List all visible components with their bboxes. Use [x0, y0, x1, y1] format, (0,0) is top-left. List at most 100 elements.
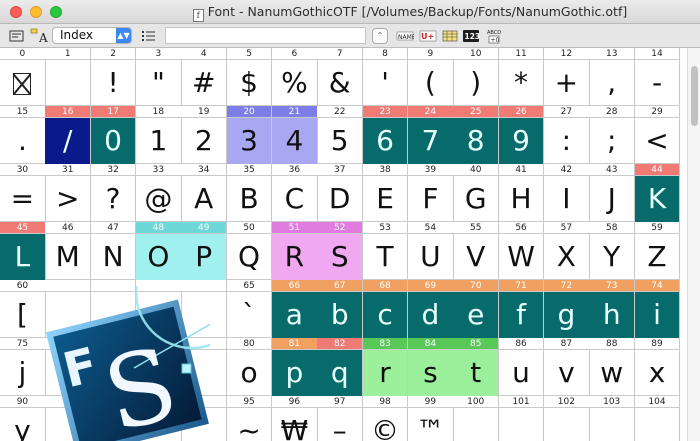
glyph-cell[interactable]: 53 T: [362, 222, 409, 280]
glyph-cell[interactable]: 25 8: [453, 106, 500, 164]
glyph-cell[interactable]: 99 ™: [407, 396, 454, 441]
glyph-cell[interactable]: 102: [543, 396, 590, 441]
glyph-cell[interactable]: 22 5: [317, 106, 364, 164]
glyph-cell[interactable]: 16/: [45, 106, 92, 164]
glyph-cell[interactable]: 49 P: [181, 222, 228, 280]
glyph-cell[interactable]: 13,: [589, 48, 636, 106]
glyph-cell[interactable]: 9(: [407, 48, 454, 106]
minimize-window-button[interactable]: [30, 6, 42, 18]
glyph-cell[interactable]: 26 9: [498, 106, 545, 164]
glyph-cell[interactable]: 14 -: [634, 48, 681, 106]
hex-view-button[interactable]: ABCD +0: [485, 28, 503, 44]
glyph-cell[interactable]: 54 U: [407, 222, 454, 280]
glyph-cell[interactable]: 56 W: [498, 222, 545, 280]
glyph-cell[interactable]: 20 3: [226, 106, 273, 164]
glyph-cell[interactable]: 41 H: [498, 164, 545, 222]
glyph-cell[interactable]: 35 B: [226, 164, 273, 222]
glyph-cell[interactable]: 50 Q: [226, 222, 273, 280]
glyph-cell[interactable]: 8 ': [362, 48, 409, 106]
glyph-cell[interactable]: 82 q: [317, 338, 364, 396]
glyph-cell[interactable]: 24 7: [407, 106, 454, 164]
glyph-cell[interactable]: 40 G: [453, 164, 500, 222]
glyph-cell[interactable]: 44 K: [634, 164, 681, 222]
glyph-cell[interactable]: 98 ©: [362, 396, 409, 441]
glyph-cell[interactable]: 42 I: [543, 164, 590, 222]
zoom-window-button[interactable]: [50, 6, 62, 18]
glyph-cell[interactable]: 30 =: [0, 164, 46, 222]
glyph-cell[interactable]: 36 C: [271, 164, 318, 222]
glyph-cell[interactable]: 34 A: [181, 164, 228, 222]
glyph-cell[interactable]: 97 –: [317, 396, 364, 441]
glyph-cell[interactable]: 52 S: [317, 222, 364, 280]
glyph-cell[interactable]: 27:: [543, 106, 590, 164]
glyph-cell[interactable]: 31 >: [45, 164, 92, 222]
glyph-cell[interactable]: 45 L: [0, 222, 46, 280]
stepper-button[interactable]: ⌃: [372, 28, 388, 44]
glyph-cell[interactable]: 47 N: [90, 222, 137, 280]
glyph-cell[interactable]: 18 1: [135, 106, 182, 164]
glyph-cell[interactable]: 103: [589, 396, 636, 441]
name-view-button[interactable]: NAME: [396, 28, 414, 44]
glyph-cell[interactable]: 57 X: [543, 222, 590, 280]
glyph-cell[interactable]: 58 Y: [589, 222, 636, 280]
glyph-cell[interactable]: 10): [453, 48, 500, 106]
glyph-cell[interactable]: 81 p: [271, 338, 318, 396]
glyph-cell[interactable]: 96 ₩: [271, 396, 318, 441]
glyph-cell[interactable]: 11 *: [498, 48, 545, 106]
glyph-cell[interactable]: 33 @: [135, 164, 182, 222]
glyph-cell[interactable]: 51 R: [271, 222, 318, 280]
glyph-cell[interactable]: 1: [45, 48, 92, 106]
glyph-cell[interactable]: 32?: [90, 164, 137, 222]
grid-view-button[interactable]: [441, 28, 459, 44]
glyph-cell[interactable]: 71 f: [498, 280, 545, 338]
glyph-cell[interactable]: 65 `: [226, 280, 273, 338]
unicode-view-button[interactable]: U+: [419, 28, 437, 44]
glyph-cell[interactable]: 88 w: [589, 338, 636, 396]
glyph-cell[interactable]: 17 0: [90, 106, 137, 164]
glyph-cell[interactable]: 6%: [271, 48, 318, 106]
scroll-thumb[interactable]: [691, 66, 698, 126]
glyph-editor-button[interactable]: A: [30, 28, 48, 44]
list-button[interactable]: [140, 28, 158, 44]
glyph-cell[interactable]: 7 &: [317, 48, 364, 106]
index-view-button[interactable]: 123: [462, 28, 480, 44]
glyph-cell[interactable]: 100: [453, 396, 500, 441]
glyph-cell[interactable]: 43 J: [589, 164, 636, 222]
glyph-cell[interactable]: 70 e: [453, 280, 500, 338]
glyph-cell[interactable]: 86 u: [498, 338, 545, 396]
glyph-cell[interactable]: 84 s: [407, 338, 454, 396]
glyph-cell[interactable]: 104: [634, 396, 681, 441]
glyph-cell[interactable]: 37 D: [317, 164, 364, 222]
glyph-cell[interactable]: 66 a: [271, 280, 318, 338]
glyph-cell[interactable]: 2!: [90, 48, 137, 106]
close-window-button[interactable]: [10, 6, 22, 18]
vertical-scrollbar[interactable]: [687, 48, 700, 441]
glyph-cell[interactable]: 101: [498, 396, 545, 441]
glyph-cell[interactable]: 0: [0, 48, 46, 106]
glyph-cell[interactable]: 75 j: [0, 338, 46, 396]
glyph-cell[interactable]: 48 O: [135, 222, 182, 280]
glyph-cell[interactable]: 46 M: [45, 222, 92, 280]
glyph-cell[interactable]: 59 Z: [634, 222, 681, 280]
glyph-cell[interactable]: 60 [: [0, 280, 46, 338]
glyph-cell[interactable]: 83 r: [362, 338, 409, 396]
glyph-cell[interactable]: 72 g: [543, 280, 590, 338]
glyph-cell[interactable]: 85 t: [453, 338, 500, 396]
glyph-cell[interactable]: 29 <: [634, 106, 681, 164]
glyph-cell[interactable]: 28;: [589, 106, 636, 164]
glyph-cell[interactable]: 69 d: [407, 280, 454, 338]
glyph-cell[interactable]: 21 4: [271, 106, 318, 164]
glyph-cell[interactable]: 12 +: [543, 48, 590, 106]
glyph-cell[interactable]: 23 6: [362, 106, 409, 164]
glyph-cell[interactable]: 15.: [0, 106, 46, 164]
glyph-cell[interactable]: 55 V: [453, 222, 500, 280]
glyph-cell[interactable]: 39 F: [407, 164, 454, 222]
glyph-cell[interactable]: 95 ~: [226, 396, 273, 441]
glyph-cell[interactable]: 74 i: [634, 280, 681, 338]
view-mode-select[interactable]: Index ▲▼: [52, 27, 132, 44]
glyph-cell[interactable]: 87 v: [543, 338, 590, 396]
glyph-cell[interactable]: 5 $: [226, 48, 273, 106]
glyph-cell[interactable]: 67 b: [317, 280, 364, 338]
glyph-cell[interactable]: 68 c: [362, 280, 409, 338]
glyph-cell[interactable]: 19 2: [181, 106, 228, 164]
